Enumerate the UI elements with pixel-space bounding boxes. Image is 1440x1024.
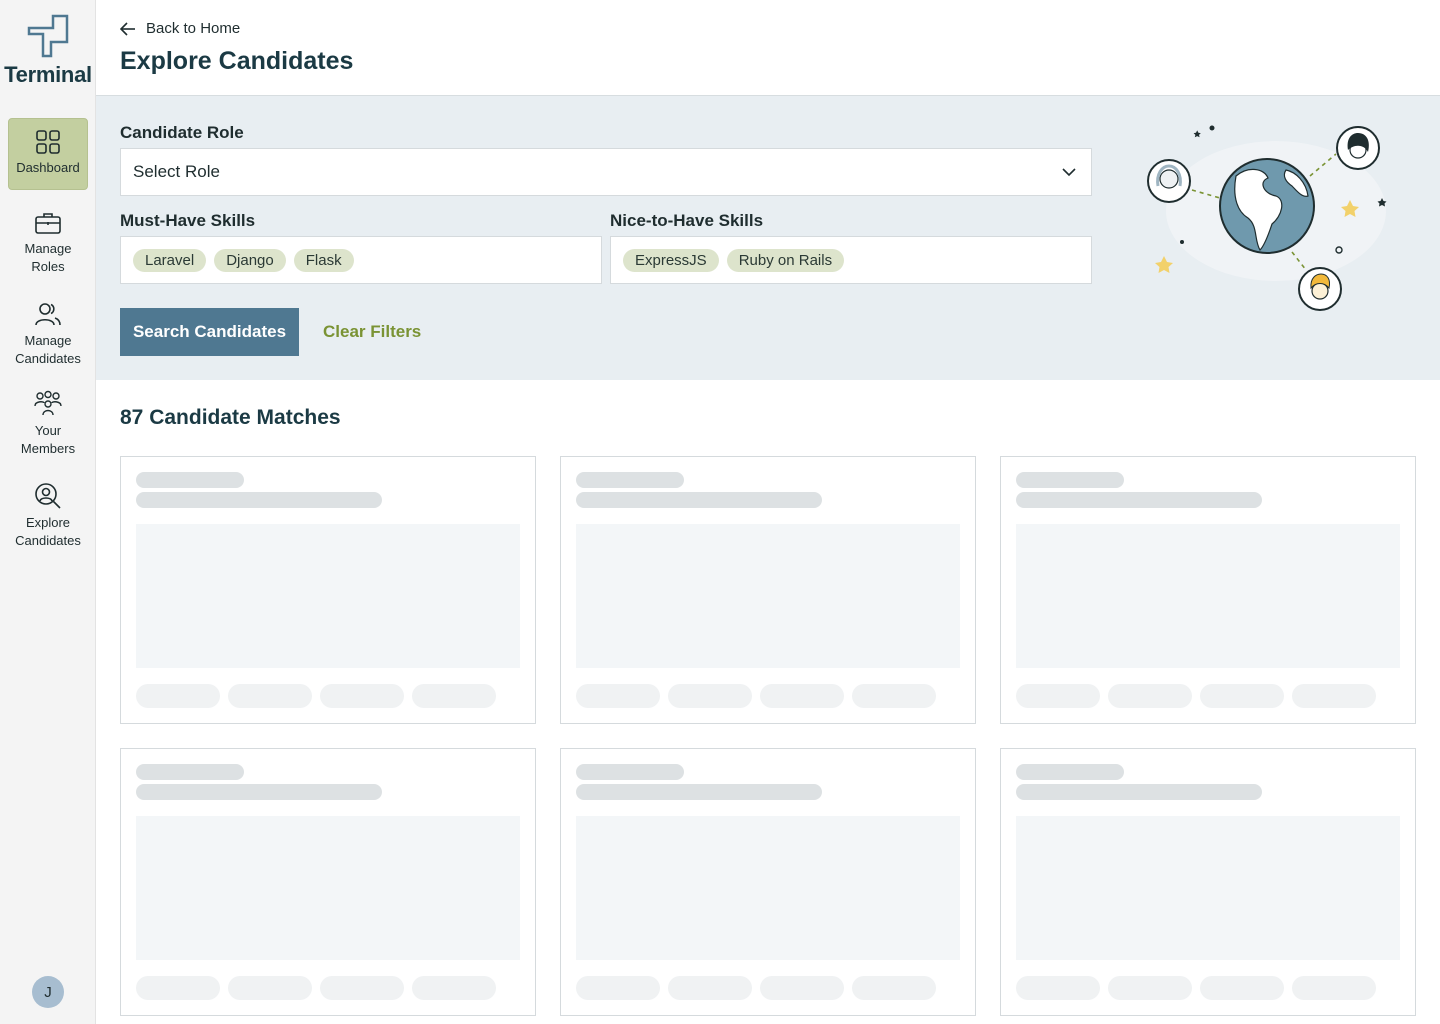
skeleton-body: [136, 524, 520, 668]
skeleton-name-line: [576, 764, 684, 780]
logo[interactable]: Terminal: [0, 14, 96, 88]
skeleton-name-line: [136, 472, 244, 488]
sidebar-item-label: Dashboard: [16, 160, 80, 175]
skeleton-skill-pill: [576, 976, 660, 1000]
nice-to-have-skills-input[interactable]: ExpressJS Ruby on Rails: [610, 236, 1092, 284]
candidate-card-skeleton: [120, 748, 536, 1016]
skeleton-skill-pill: [1292, 976, 1376, 1000]
skeleton-title-line: [1016, 492, 1262, 508]
skill-tag[interactable]: Ruby on Rails: [726, 248, 845, 272]
skeleton-body: [576, 816, 960, 960]
sidebar-item-label: Candidates: [15, 533, 81, 548]
sidebar-item-label: Manage: [24, 241, 72, 256]
briefcase-icon: [35, 213, 61, 234]
must-have-label: Must-Have Skills: [120, 211, 256, 230]
sidebar-item-your-members[interactable]: Your Members: [8, 390, 88, 458]
sidebar-item-label: Manage: [24, 333, 72, 348]
sidebar-item-explore-candidates[interactable]: Explore Candidates: [8, 482, 88, 550]
users-icon: [35, 303, 61, 326]
skeleton-body: [1016, 816, 1400, 960]
skeleton-skill-pill: [576, 684, 660, 708]
skeleton-skill-pill: [760, 684, 844, 708]
skeleton-name-line: [1016, 472, 1124, 488]
terminal-logo-icon: [27, 14, 69, 58]
skeleton-skill-pill: [1200, 976, 1284, 1000]
skeleton-body: [1016, 524, 1400, 668]
skeleton-skill-pill: [668, 976, 752, 1000]
candidate-card-skeleton: [120, 456, 536, 724]
skeleton-skill-pill: [228, 684, 312, 708]
sidebar-item-label: Your: [34, 423, 62, 438]
sidebar-item-label: Explore: [25, 515, 71, 530]
clear-filters-button[interactable]: Clear Filters: [323, 322, 421, 342]
skeleton-skill-pill: [320, 684, 404, 708]
sidebar-item-label: Members: [20, 441, 76, 456]
candidate-card-skeleton: [560, 748, 976, 1016]
globe-network-illustration: [1147, 125, 1387, 311]
avatar[interactable]: J: [32, 976, 64, 1008]
skeleton-body: [136, 816, 520, 960]
team-icon: [34, 390, 62, 416]
skeleton-name-line: [576, 472, 684, 488]
skeleton-skill-pill: [852, 684, 936, 708]
skeleton-skill-pill: [136, 684, 220, 708]
back-link-label: Back to Home: [146, 20, 241, 37]
back-link[interactable]: Back to Home: [120, 20, 240, 37]
filter-panel: Candidate Role Select Role Must-Have Ski…: [96, 96, 1440, 380]
skeleton-skill-pill: [1292, 684, 1376, 708]
results-title: 87 Candidate Matches: [120, 406, 341, 429]
skeleton-skill-pill: [412, 976, 496, 1000]
candidate-card-skeleton: [560, 456, 976, 724]
search-person-icon: [35, 483, 61, 509]
skeleton-skill-pill: [228, 976, 312, 1000]
logo-text: Terminal: [4, 62, 92, 87]
sidebar: Terminal Dashboard Manage Roles Manage C…: [0, 0, 96, 1024]
skeleton-title-line: [576, 492, 822, 508]
search-candidates-button[interactable]: Search Candidates: [120, 308, 299, 356]
skeleton-skill-pill: [668, 684, 752, 708]
skeleton-skill-pill: [412, 684, 496, 708]
skeleton-skill-pill: [852, 976, 936, 1000]
sidebar-item-label: Candidates: [15, 351, 81, 366]
skeleton-skill-pill: [1016, 684, 1100, 708]
skeleton-title-line: [1016, 784, 1262, 800]
skeleton-title-line: [136, 492, 382, 508]
chevron-down-icon: [1062, 168, 1076, 177]
sidebar-item-manage-roles[interactable]: Manage Roles: [8, 210, 88, 276]
skeleton-skill-pill: [1016, 976, 1100, 1000]
skeleton-skill-pill: [1108, 976, 1192, 1000]
skeleton-skill-pill: [760, 976, 844, 1000]
sidebar-item-manage-candidates[interactable]: Manage Candidates: [8, 300, 88, 368]
candidate-card-skeleton: [1000, 748, 1416, 1016]
page-header: Back to Home Explore Candidates: [96, 0, 1440, 96]
skill-tag[interactable]: Laravel: [133, 248, 207, 272]
arrow-left-icon: [120, 21, 135, 36]
nice-to-have-label: Nice-to-Have Skills: [610, 211, 764, 230]
sidebar-item-label: Roles: [31, 259, 65, 274]
skeleton-skill-pill: [1200, 684, 1284, 708]
skeleton-body: [576, 524, 960, 668]
role-select[interactable]: Select Role: [120, 148, 1092, 196]
skill-tag[interactable]: ExpressJS: [623, 248, 719, 272]
role-label: Candidate Role: [120, 123, 244, 142]
role-select-value: Select Role: [133, 162, 220, 181]
skeleton-name-line: [1016, 764, 1124, 780]
skeleton-skill-pill: [1108, 684, 1192, 708]
skill-tag[interactable]: Flask: [293, 248, 354, 272]
skeleton-skill-pill: [136, 976, 220, 1000]
skeleton-title-line: [576, 784, 822, 800]
candidate-card-skeleton: [1000, 456, 1416, 724]
must-have-skills-input[interactable]: Laravel Django Flask: [120, 236, 602, 284]
skill-tag[interactable]: Django: [214, 248, 286, 272]
grid-icon: [36, 130, 60, 154]
skeleton-name-line: [136, 764, 244, 780]
sidebar-item-dashboard[interactable]: Dashboard: [8, 118, 88, 190]
page-title: Explore Candidates: [120, 47, 354, 75]
skeleton-title-line: [136, 784, 382, 800]
skeleton-skill-pill: [320, 976, 404, 1000]
